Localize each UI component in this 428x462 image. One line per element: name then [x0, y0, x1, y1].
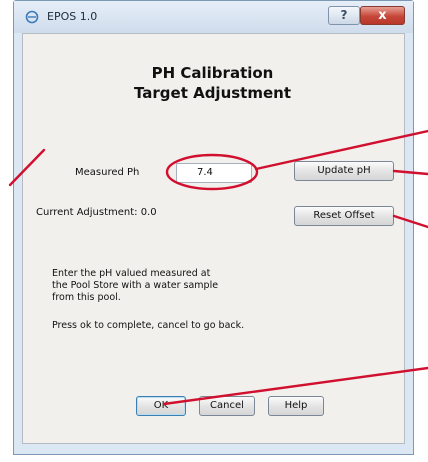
callout-line-ok	[162, 366, 428, 406]
measured-ph-highlight-ellipse	[165, 153, 259, 191]
callout-line-update	[392, 169, 428, 176]
callout-line-reset	[392, 214, 428, 229]
annotation-overlay	[8, 129, 428, 406]
callout-line-left	[8, 148, 46, 187]
callout-line-measured	[254, 129, 428, 171]
